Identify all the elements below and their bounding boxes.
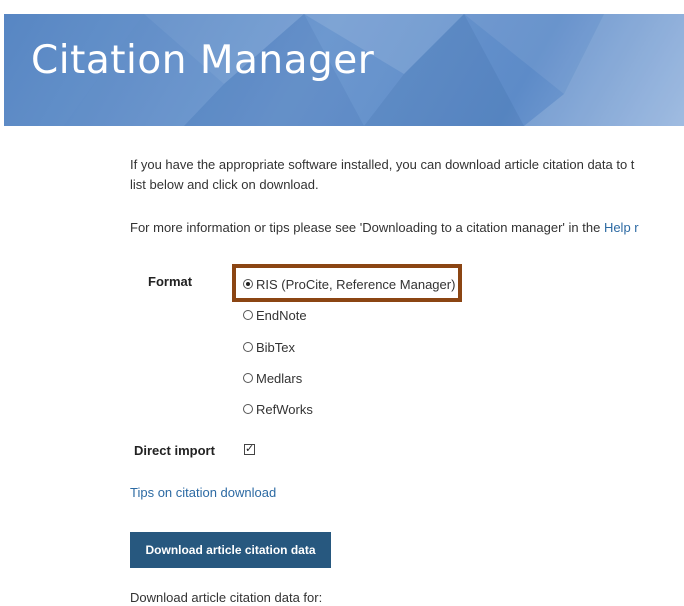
help-info-prefix: For more information or tips please see … <box>130 220 604 235</box>
radio-icon[interactable] <box>243 342 253 352</box>
intro-text: If you have the appropriate software ins… <box>130 155 684 195</box>
download-for-label: Download article citation data for: <box>130 590 323 605</box>
format-option-medlars[interactable]: Medlars <box>243 369 302 387</box>
download-citation-button[interactable]: Download article citation data <box>130 532 331 568</box>
format-option-label: Medlars <box>256 370 303 386</box>
help-info-text: For more information or tips please see … <box>130 218 684 238</box>
format-option-endnote[interactable]: EndNote <box>243 306 307 324</box>
intro-line-1: If you have the appropriate software ins… <box>130 157 635 172</box>
header-banner: Citation Manager <box>4 14 684 126</box>
help-link[interactable]: Help r <box>604 220 639 235</box>
radio-icon[interactable] <box>243 404 253 414</box>
page-title: Citation Manager <box>31 38 375 83</box>
direct-import-checkbox[interactable]: ✓ <box>244 444 255 455</box>
radio-icon[interactable] <box>243 310 253 320</box>
format-option-refworks[interactable]: RefWorks <box>243 400 313 418</box>
radio-selected-icon[interactable] <box>243 279 253 289</box>
radio-icon[interactable] <box>243 373 253 383</box>
format-option-label: RefWorks <box>256 401 313 417</box>
format-option-label: EndNote <box>256 307 307 323</box>
format-option-label: RIS (ProCite, Reference Manager) <box>256 276 456 292</box>
format-option-label: BibTex <box>256 339 296 355</box>
format-label: Format <box>148 274 193 289</box>
intro-line-2: list below and click on download. <box>130 177 319 192</box>
format-option-bibtex[interactable]: BibTex <box>243 338 295 356</box>
format-option-ris[interactable]: RIS (ProCite, Reference Manager) <box>243 275 455 293</box>
tips-link[interactable]: Tips on citation download <box>130 485 276 500</box>
direct-import-label: Direct import <box>134 443 215 458</box>
